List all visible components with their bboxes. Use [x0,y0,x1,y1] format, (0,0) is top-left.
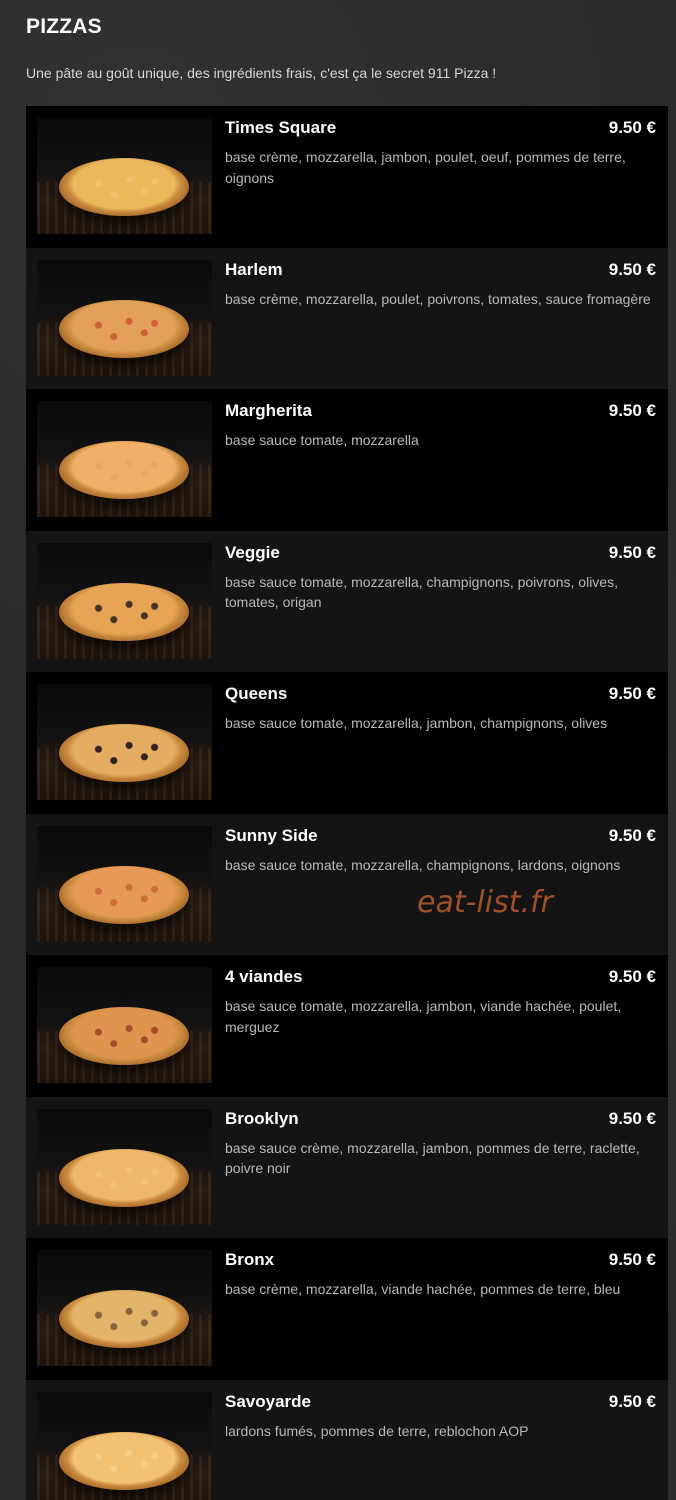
menu-item-harlem[interactable]: Harlem 9.50 € base crème, mozzarella, po… [26,247,668,389]
item-description: base sauce tomate, mozzarella, jambon, c… [225,715,608,731]
item-name: Bronx [225,1250,275,1269]
item-description: base sauce tomate, mozzarella [225,432,419,448]
item-description: base sauce tomate, mozzarella, champigno… [225,856,621,873]
pizza-image [37,1250,212,1366]
pizza-image [37,1108,212,1225]
watermark: eat-list.fr [417,885,553,920]
page-subtitle: Une pâte au goût unique, des ingrédients… [26,65,497,81]
pizza-image [37,259,212,376]
item-price: 9.50 € [608,401,656,420]
item-price: 9.50 € [608,1108,656,1128]
item-description: base crème, mozzarella, viande hachée, p… [225,1281,621,1297]
menu-item-savoyarde[interactable]: Savoyarde 9.50 € lardons fumés, pommes d… [26,1379,668,1500]
menu-item-times-square[interactable]: Times Square 9.50 € base crème, mozzarel… [26,106,668,248]
pizza-image [37,401,212,517]
item-name: 4 viandes [225,967,303,986]
pizza-image [37,825,212,942]
menu-item-4-viandes[interactable]: 4 viandes 9.50 € base sauce tomate, mozz… [26,955,668,1097]
item-description: base sauce tomate, mozzarella, champigno… [225,573,618,611]
pizza-menu-list: Times Square 9.50 € base crème, mozzarel… [26,106,668,1500]
item-name: Queens [225,684,288,703]
item-price: 9.50 € [608,1250,656,1269]
item-name: Brooklyn [225,1108,299,1128]
item-description: base sauce tomate, mozzarella, jambon, v… [225,998,622,1035]
menu-item-veggie[interactable]: Veggie 9.50 € base sauce tomate, mozzare… [26,530,668,672]
menu-item-margherita[interactable]: Margherita 9.50 € base sauce tomate, moz… [26,389,668,531]
item-description: base sauce crème, mozzarella, jambon, po… [225,1139,640,1177]
item-price: 9.50 € [608,684,656,703]
item-price: 9.50 € [608,259,656,279]
item-name: Savoyarde [225,1391,311,1411]
pizza-image [37,684,212,800]
item-price: 9.50 € [608,825,656,845]
pizza-image [37,118,212,234]
page-title: PIZZAS [26,15,102,38]
item-description: base crème, mozzarella, jambon, poulet, … [225,149,626,186]
pizza-image [37,542,212,659]
item-name: Margherita [225,401,312,420]
item-name: Sunny Side [225,825,318,845]
item-name: Times Square [225,118,337,137]
item-price: 9.50 € [608,967,656,986]
item-name: Harlem [225,259,283,279]
item-name: Veggie [225,542,280,562]
item-price: 9.50 € [608,1391,656,1411]
item-price: 9.50 € [608,118,656,137]
item-description: base crème, mozzarella, poulet, poivrons… [225,290,651,307]
item-description: lardons fumés, pommes de terre, reblocho… [225,1422,529,1439]
item-price: 9.50 € [608,542,656,562]
menu-item-queens[interactable]: Queens 9.50 € base sauce tomate, mozzare… [26,672,668,814]
menu-item-sunny-side[interactable]: Sunny Side 9.50 € base sauce tomate, moz… [26,813,668,955]
menu-item-brooklyn[interactable]: Brooklyn 9.50 € base sauce crème, mozzar… [26,1096,668,1238]
pizza-image [37,1391,212,1500]
pizza-image [37,967,212,1083]
menu-item-bronx[interactable]: Bronx 9.50 € base crème, mozzarella, via… [26,1238,668,1380]
